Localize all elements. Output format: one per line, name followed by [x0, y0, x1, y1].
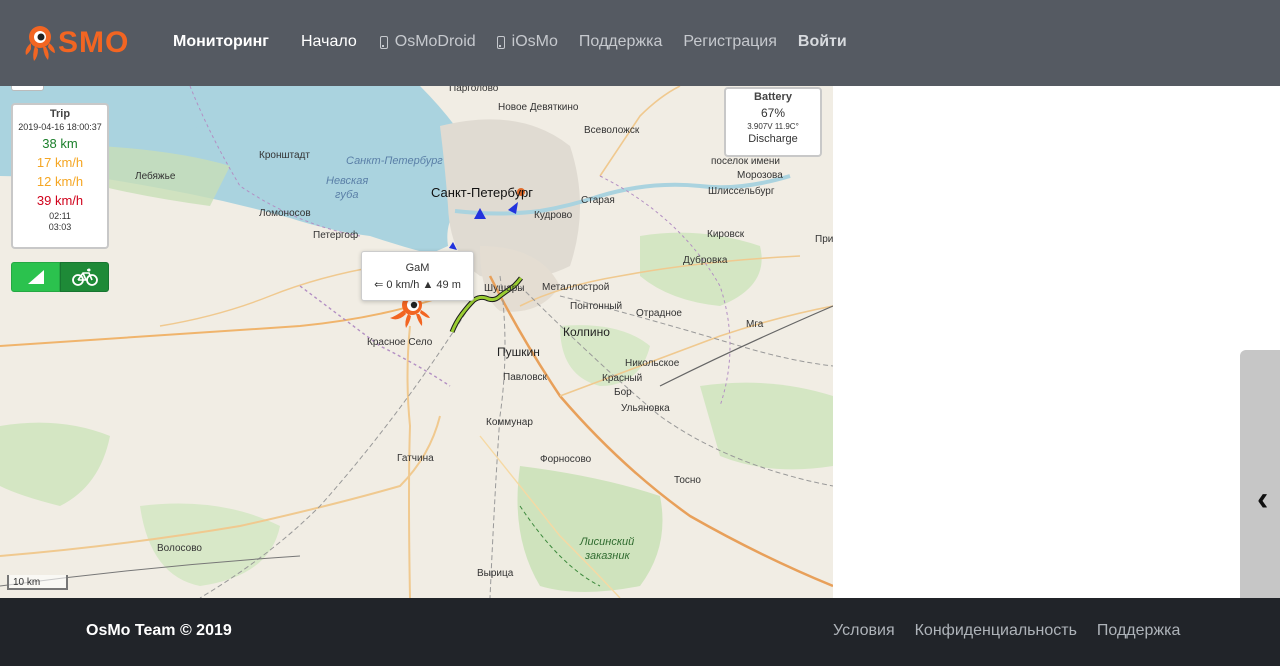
map-label: Понтонный	[570, 301, 623, 312]
app-root: SMO Мониторинг Начало OsMoDroid iOsMo По…	[0, 0, 1280, 666]
map-label: Колпино	[563, 325, 610, 339]
top-navbar: SMO Мониторинг Начало OsMoDroid iOsMo По…	[0, 0, 1280, 86]
map-view[interactable]: Парголово Новое Девяткино Всеволожск Кро…	[0, 86, 833, 598]
map-label: Павловск	[503, 372, 547, 383]
map-label: Лебяжье	[135, 171, 176, 182]
logo-text: SMO	[58, 26, 130, 59]
map-label: Шушары	[484, 283, 525, 294]
nav-link-login[interactable]: Войти	[798, 33, 847, 51]
map-label: Санкт-Петербург	[346, 155, 443, 167]
map-label: Красный	[602, 373, 643, 384]
map-label: Кировск	[707, 229, 745, 240]
map-label: Ломоносов	[259, 208, 311, 219]
phone-icon	[496, 35, 505, 49]
osmo-logo[interactable]: SMO	[22, 18, 144, 68]
popup-speed-altitude: ⇐ 0 km/h ▲ 49 m	[374, 279, 461, 291]
footer-link-terms[interactable]: Условия	[833, 622, 895, 640]
phone-icon	[379, 35, 388, 49]
nav-link-home[interactable]: Начало	[301, 33, 357, 51]
map-control-button[interactable]	[11, 86, 44, 91]
map-label: Красное Село	[367, 337, 433, 348]
map-label: Ульяновка	[621, 403, 670, 414]
map-label: Металлострой	[542, 282, 610, 293]
trip-speed-average: 17 km/h	[36, 155, 84, 170]
footer-links: Условия Конфиденциальность Поддержка	[833, 622, 1200, 640]
map-label: Тосно	[674, 475, 701, 486]
map-label: губа	[335, 189, 359, 201]
map-label: Бор	[614, 387, 632, 398]
nav-link-osmodroid-label: OsMoDroid	[394, 33, 476, 50]
map-label: Никольское	[625, 358, 680, 369]
map-label: Пушкин	[497, 345, 540, 359]
battery-panel: Battery 67% 3.907V 11.9C° Discharge	[724, 87, 822, 157]
map-scale: 10 km	[7, 575, 68, 590]
battery-voltage: 3.907V 11.9C°	[747, 122, 799, 131]
nav-link-osmodroid[interactable]: OsMoDroid	[379, 33, 476, 51]
bicycle-icon	[71, 268, 98, 286]
trip-distance: 38 km	[42, 136, 78, 151]
footer: OsMo Team © 2019 Условия Конфиденциально…	[0, 598, 1280, 666]
trip-time-moving: 02:11	[49, 211, 71, 221]
map-label: Санкт-Петербург	[431, 185, 533, 200]
map-label: Коммунар	[486, 417, 533, 428]
map-label: Невская	[326, 175, 369, 187]
map-label: поселок имени	[711, 156, 780, 167]
trip-speed-moving: 12 km/h	[36, 174, 84, 189]
trip-time-total: 03:03	[48, 222, 72, 232]
signal-button[interactable]	[11, 262, 60, 292]
nav-link-iosmo[interactable]: iOsMo	[496, 33, 558, 51]
trip-speed-max: 39 km/h	[36, 193, 84, 208]
battery-title: Battery	[754, 91, 792, 103]
trip-stats-panel: Trip 2019-04-16 18:00:37 38 km 17 km/h 1…	[11, 103, 109, 249]
map-label: Лисинский	[580, 536, 635, 548]
map-label: Кудрово	[534, 210, 573, 221]
map-label: Шлиссельбург	[708, 186, 775, 197]
map-label: Петергоф	[313, 230, 359, 241]
map-label: Старая	[581, 195, 615, 206]
trip-title: Trip	[49, 108, 71, 120]
mode-buttons	[11, 262, 109, 292]
map-label: Парголово	[449, 86, 499, 94]
map-label: Кронштадт	[259, 150, 310, 161]
map-label: Всеволожск	[584, 125, 640, 136]
nav-brand-monitoring[interactable]: Мониторинг	[173, 33, 269, 51]
octopus-logo-icon	[25, 26, 55, 61]
footer-copyright: OsMo Team © 2019	[86, 622, 232, 639]
nav-link-register[interactable]: Регистрация	[683, 33, 777, 51]
map-label: Отрадное	[636, 308, 682, 319]
map-label: Форносово	[540, 454, 592, 465]
footer-link-support[interactable]: Поддержка	[1097, 622, 1180, 640]
map-label: При	[815, 234, 833, 245]
map-label: Волосово	[157, 543, 202, 554]
battery-percent: 67%	[760, 106, 786, 120]
bicycle-mode-button[interactable]	[60, 262, 109, 292]
map-label: Вырица	[477, 568, 514, 579]
footer-link-privacy[interactable]: Конфиденциальность	[915, 622, 1077, 640]
popup-user-name: GaM	[405, 262, 430, 274]
user-info-popup[interactable]: GaM ⇐ 0 km/h ▲ 49 m	[361, 251, 474, 301]
map-label: Морозова	[737, 170, 783, 181]
map-label: Гатчина	[397, 453, 434, 464]
trip-date: 2019-04-16 18:00:37	[18, 122, 102, 132]
signal-strength-icon	[27, 270, 44, 284]
map-label: Новое Девяткино	[498, 102, 579, 113]
nav-link-support[interactable]: Поддержка	[579, 33, 662, 51]
map-label: заказник	[585, 550, 630, 562]
nav-link-iosmo-label: iOsMo	[511, 33, 558, 50]
map-label: Мга	[746, 319, 764, 330]
chevron-left-icon: ‹	[1257, 480, 1269, 518]
map-label: Дубровка	[683, 255, 728, 266]
battery-state: Discharge	[748, 133, 798, 145]
nav-links: Начало OsMoDroid iOsMo Поддержка Регистр…	[301, 33, 868, 51]
